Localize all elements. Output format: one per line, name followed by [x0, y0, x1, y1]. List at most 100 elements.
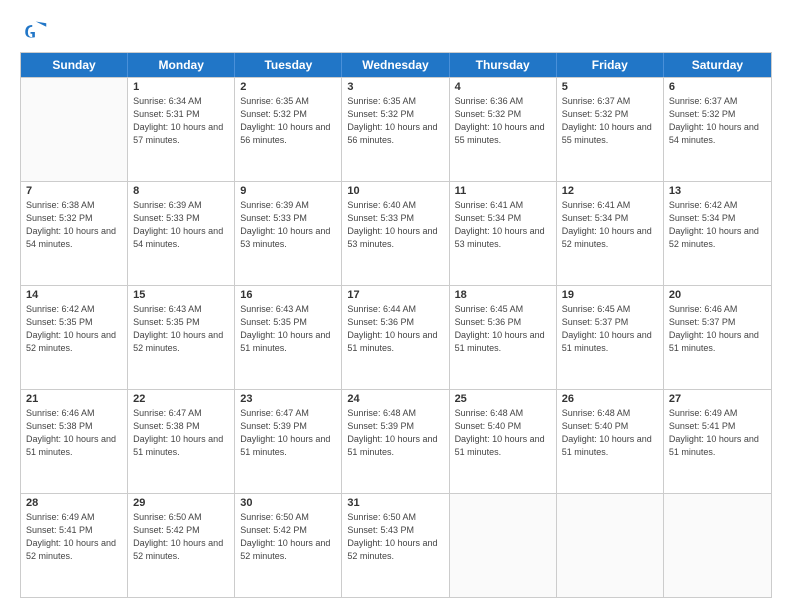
day-number: 30 [240, 497, 336, 509]
calendar-cell: 14 Sunrise: 6:42 AMSunset: 5:35 PMDayligh… [21, 286, 128, 389]
day-info: Sunrise: 6:46 AMSunset: 5:38 PMDaylight:… [26, 407, 122, 459]
day-info: Sunrise: 6:39 AMSunset: 5:33 PMDaylight:… [240, 199, 336, 251]
day-info: Sunrise: 6:47 AMSunset: 5:39 PMDaylight:… [240, 407, 336, 459]
day-info: Sunrise: 6:42 AMSunset: 5:35 PMDaylight:… [26, 303, 122, 355]
calendar-cell: 5 Sunrise: 6:37 AMSunset: 5:32 PMDaylight… [557, 78, 664, 181]
day-info: Sunrise: 6:40 AMSunset: 5:33 PMDaylight:… [347, 199, 443, 251]
day-number: 29 [133, 497, 229, 509]
day-number: 25 [455, 393, 551, 405]
day-info: Sunrise: 6:48 AMSunset: 5:40 PMDaylight:… [562, 407, 658, 459]
day-number: 27 [669, 393, 766, 405]
calendar-cell: 29 Sunrise: 6:50 AMSunset: 5:42 PMDayligh… [128, 494, 235, 597]
day-number: 9 [240, 185, 336, 197]
calendar-cell: 6Sunrise: 6:37 AMSunset: 5:32 PMDaylight… [664, 78, 771, 181]
day-number: 26 [562, 393, 658, 405]
calendar-cell: 12Sunrise: 6:41 AMSunset: 5:34 PMDayligh… [557, 182, 664, 285]
day-info: Sunrise: 6:43 AMSunset: 5:35 PMDaylight:… [133, 303, 229, 355]
day-number: 13 [669, 185, 766, 197]
day-number: 7 [26, 185, 122, 197]
day-number: 4 [455, 81, 551, 93]
calendar-week-3: 14 Sunrise: 6:42 AMSunset: 5:35 PMDayligh… [21, 285, 771, 389]
day-info: Sunrise: 6:34 AMSunset: 5:31 PMDaylight:… [133, 95, 229, 147]
header [20, 18, 772, 46]
day-info: Sunrise: 6:44 AMSunset: 5:36 PMDaylight:… [347, 303, 443, 355]
calendar-header: SundayMondayTuesdayWednesdayThursdayFrid… [21, 53, 771, 77]
weekday-header-friday: Friday [557, 53, 664, 77]
weekday-header-sunday: Sunday [21, 53, 128, 77]
day-number: 11 [455, 185, 551, 197]
calendar-body: 1 Sunrise: 6:34 AMSunset: 5:31 PMDaylight… [21, 77, 771, 597]
calendar-cell: 3Sunrise: 6:35 AMSunset: 5:32 PMDaylight… [342, 78, 449, 181]
day-number: 23 [240, 393, 336, 405]
day-number: 5 [562, 81, 658, 93]
day-info: Sunrise: 6:50 AMSunset: 5:42 PMDaylight:… [133, 511, 229, 563]
calendar-cell: 25Sunrise: 6:48 AMSunset: 5:40 PMDayligh… [450, 390, 557, 493]
calendar-cell [450, 494, 557, 597]
calendar-cell: 27 Sunrise: 6:49 AMSunset: 5:41 PMDayligh… [664, 390, 771, 493]
calendar-cell: 23 Sunrise: 6:47 AMSunset: 5:39 PMDayligh… [235, 390, 342, 493]
day-number: 10 [347, 185, 443, 197]
day-info: Sunrise: 6:39 AMSunset: 5:33 PMDaylight:… [133, 199, 229, 251]
calendar-cell: 8 Sunrise: 6:39 AMSunset: 5:33 PMDaylight… [128, 182, 235, 285]
calendar-cell [557, 494, 664, 597]
calendar-cell: 18Sunrise: 6:45 AMSunset: 5:36 PMDayligh… [450, 286, 557, 389]
calendar-cell: 10 Sunrise: 6:40 AMSunset: 5:33 PMDayligh… [342, 182, 449, 285]
weekday-header-saturday: Saturday [664, 53, 771, 77]
day-info: Sunrise: 6:47 AMSunset: 5:38 PMDaylight:… [133, 407, 229, 459]
day-number: 6 [669, 81, 766, 93]
calendar-cell: 21 Sunrise: 6:46 AMSunset: 5:38 PMDayligh… [21, 390, 128, 493]
day-number: 24 [347, 393, 443, 405]
page: SundayMondayTuesdayWednesdayThursdayFrid… [0, 0, 792, 612]
weekday-header-monday: Monday [128, 53, 235, 77]
calendar-cell: 13 Sunrise: 6:42 AMSunset: 5:34 PMDayligh… [664, 182, 771, 285]
day-info: Sunrise: 6:48 AMSunset: 5:39 PMDaylight:… [347, 407, 443, 459]
day-info: Sunrise: 6:45 AMSunset: 5:37 PMDaylight:… [562, 303, 658, 355]
calendar-cell: 24 Sunrise: 6:48 AMSunset: 5:39 PMDayligh… [342, 390, 449, 493]
day-number: 19 [562, 289, 658, 301]
day-info: Sunrise: 6:38 AMSunset: 5:32 PMDaylight:… [26, 199, 122, 251]
day-info: Sunrise: 6:43 AMSunset: 5:35 PMDaylight:… [240, 303, 336, 355]
calendar-week-5: 28 Sunrise: 6:49 AMSunset: 5:41 PMDayligh… [21, 493, 771, 597]
calendar-cell: 30 Sunrise: 6:50 AMSunset: 5:42 PMDayligh… [235, 494, 342, 597]
day-number: 2 [240, 81, 336, 93]
calendar-cell: 17Sunrise: 6:44 AMSunset: 5:36 PMDayligh… [342, 286, 449, 389]
day-number: 20 [669, 289, 766, 301]
calendar-cell: 9 Sunrise: 6:39 AMSunset: 5:33 PMDaylight… [235, 182, 342, 285]
day-info: Sunrise: 6:36 AMSunset: 5:32 PMDaylight:… [455, 95, 551, 147]
calendar-cell: 31Sunrise: 6:50 AMSunset: 5:43 PMDayligh… [342, 494, 449, 597]
calendar-cell: 1 Sunrise: 6:34 AMSunset: 5:31 PMDaylight… [128, 78, 235, 181]
day-info: Sunrise: 6:42 AMSunset: 5:34 PMDaylight:… [669, 199, 766, 251]
day-info: Sunrise: 6:41 AMSunset: 5:34 PMDaylight:… [562, 199, 658, 251]
calendar-week-4: 21 Sunrise: 6:46 AMSunset: 5:38 PMDayligh… [21, 389, 771, 493]
day-number: 14 [26, 289, 122, 301]
day-info: Sunrise: 6:37 AMSunset: 5:32 PMDaylight:… [562, 95, 658, 147]
calendar-cell: 19 Sunrise: 6:45 AMSunset: 5:37 PMDayligh… [557, 286, 664, 389]
calendar-cell: 26 Sunrise: 6:48 AMSunset: 5:40 PMDayligh… [557, 390, 664, 493]
calendar-cell: 11Sunrise: 6:41 AMSunset: 5:34 PMDayligh… [450, 182, 557, 285]
day-number: 28 [26, 497, 122, 509]
weekday-header-tuesday: Tuesday [235, 53, 342, 77]
day-info: Sunrise: 6:50 AMSunset: 5:42 PMDaylight:… [240, 511, 336, 563]
calendar-cell: 28 Sunrise: 6:49 AMSunset: 5:41 PMDayligh… [21, 494, 128, 597]
day-number: 21 [26, 393, 122, 405]
day-number: 1 [133, 81, 229, 93]
day-number: 3 [347, 81, 443, 93]
day-info: Sunrise: 6:35 AMSunset: 5:32 PMDaylight:… [240, 95, 336, 147]
day-number: 31 [347, 497, 443, 509]
day-number: 15 [133, 289, 229, 301]
calendar-cell: 7 Sunrise: 6:38 AMSunset: 5:32 PMDaylight… [21, 182, 128, 285]
weekday-header-wednesday: Wednesday [342, 53, 449, 77]
calendar-cell [664, 494, 771, 597]
calendar-cell: 16Sunrise: 6:43 AMSunset: 5:35 PMDayligh… [235, 286, 342, 389]
calendar-cell: 20 Sunrise: 6:46 AMSunset: 5:37 PMDayligh… [664, 286, 771, 389]
day-info: Sunrise: 6:49 AMSunset: 5:41 PMDaylight:… [26, 511, 122, 563]
day-number: 8 [133, 185, 229, 197]
logo-icon [20, 18, 48, 46]
calendar-cell: 2 Sunrise: 6:35 AMSunset: 5:32 PMDaylight… [235, 78, 342, 181]
calendar-week-2: 7 Sunrise: 6:38 AMSunset: 5:32 PMDaylight… [21, 181, 771, 285]
calendar: SundayMondayTuesdayWednesdayThursdayFrid… [20, 52, 772, 598]
logo [20, 18, 52, 46]
day-info: Sunrise: 6:49 AMSunset: 5:41 PMDaylight:… [669, 407, 766, 459]
day-info: Sunrise: 6:46 AMSunset: 5:37 PMDaylight:… [669, 303, 766, 355]
day-number: 22 [133, 393, 229, 405]
